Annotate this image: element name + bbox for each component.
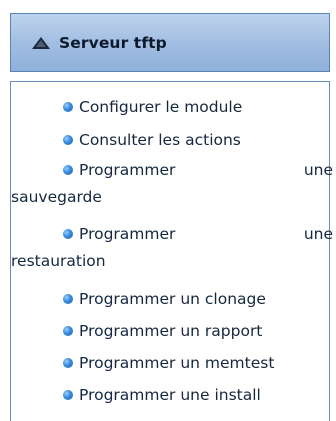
menu-item-install[interactable]: Programmer une install <box>63 383 261 407</box>
bullet-icon <box>63 389 73 400</box>
menu-item-label[interactable]: Programmer un rapport <box>79 322 262 340</box>
menu-item-label-second[interactable]: restauration <box>11 249 331 273</box>
menu-item-rapport[interactable]: Programmer un rapport <box>63 319 262 343</box>
bullet-icon <box>63 228 73 239</box>
menu-item-label[interactable]: Programmer un clonage <box>79 290 266 308</box>
menu-item-label[interactable]: Programmer un memtest <box>79 354 274 372</box>
bullet-icon <box>63 101 73 112</box>
menu-item-clonage[interactable]: Programmer un clonage <box>63 287 266 311</box>
panel-body: Configurer le module Consulter les actio… <box>10 81 333 421</box>
menu-item-label-second[interactable]: sauvegarde <box>11 185 331 209</box>
menu-item-label[interactable]: Programmer une install <box>79 386 261 404</box>
menu-item-label-right[interactable]: une <box>304 158 333 182</box>
bullet-icon <box>63 293 73 304</box>
menu-item-label[interactable]: Configurer le module <box>79 98 242 116</box>
menu-item-restauration[interactable]: Programmer une restauration <box>11 222 333 273</box>
panel-title: Serveur tftp <box>59 33 167 52</box>
panel-header[interactable]: Serveur tftp <box>10 13 330 72</box>
menu-item-configurer[interactable]: Configurer le module <box>63 95 242 119</box>
menu-item-sauvegarde[interactable]: Programmer une sauvegarde <box>11 158 333 209</box>
menu-item-consulter[interactable]: Consulter les actions <box>63 128 241 152</box>
menu-item-label-first[interactable]: Programmer <box>79 225 175 243</box>
bullet-icon <box>63 325 73 336</box>
menu-item-label-right[interactable]: une <box>304 222 333 246</box>
bullet-icon <box>63 134 73 145</box>
menu-item-memtest[interactable]: Programmer un memtest <box>63 351 274 375</box>
collapse-triangle-icon[interactable] <box>31 36 51 50</box>
menu-item-label[interactable]: Consulter les actions <box>79 131 241 149</box>
bullet-icon <box>63 357 73 368</box>
bullet-icon <box>63 164 73 175</box>
menu-item-label-first[interactable]: Programmer <box>79 161 175 179</box>
